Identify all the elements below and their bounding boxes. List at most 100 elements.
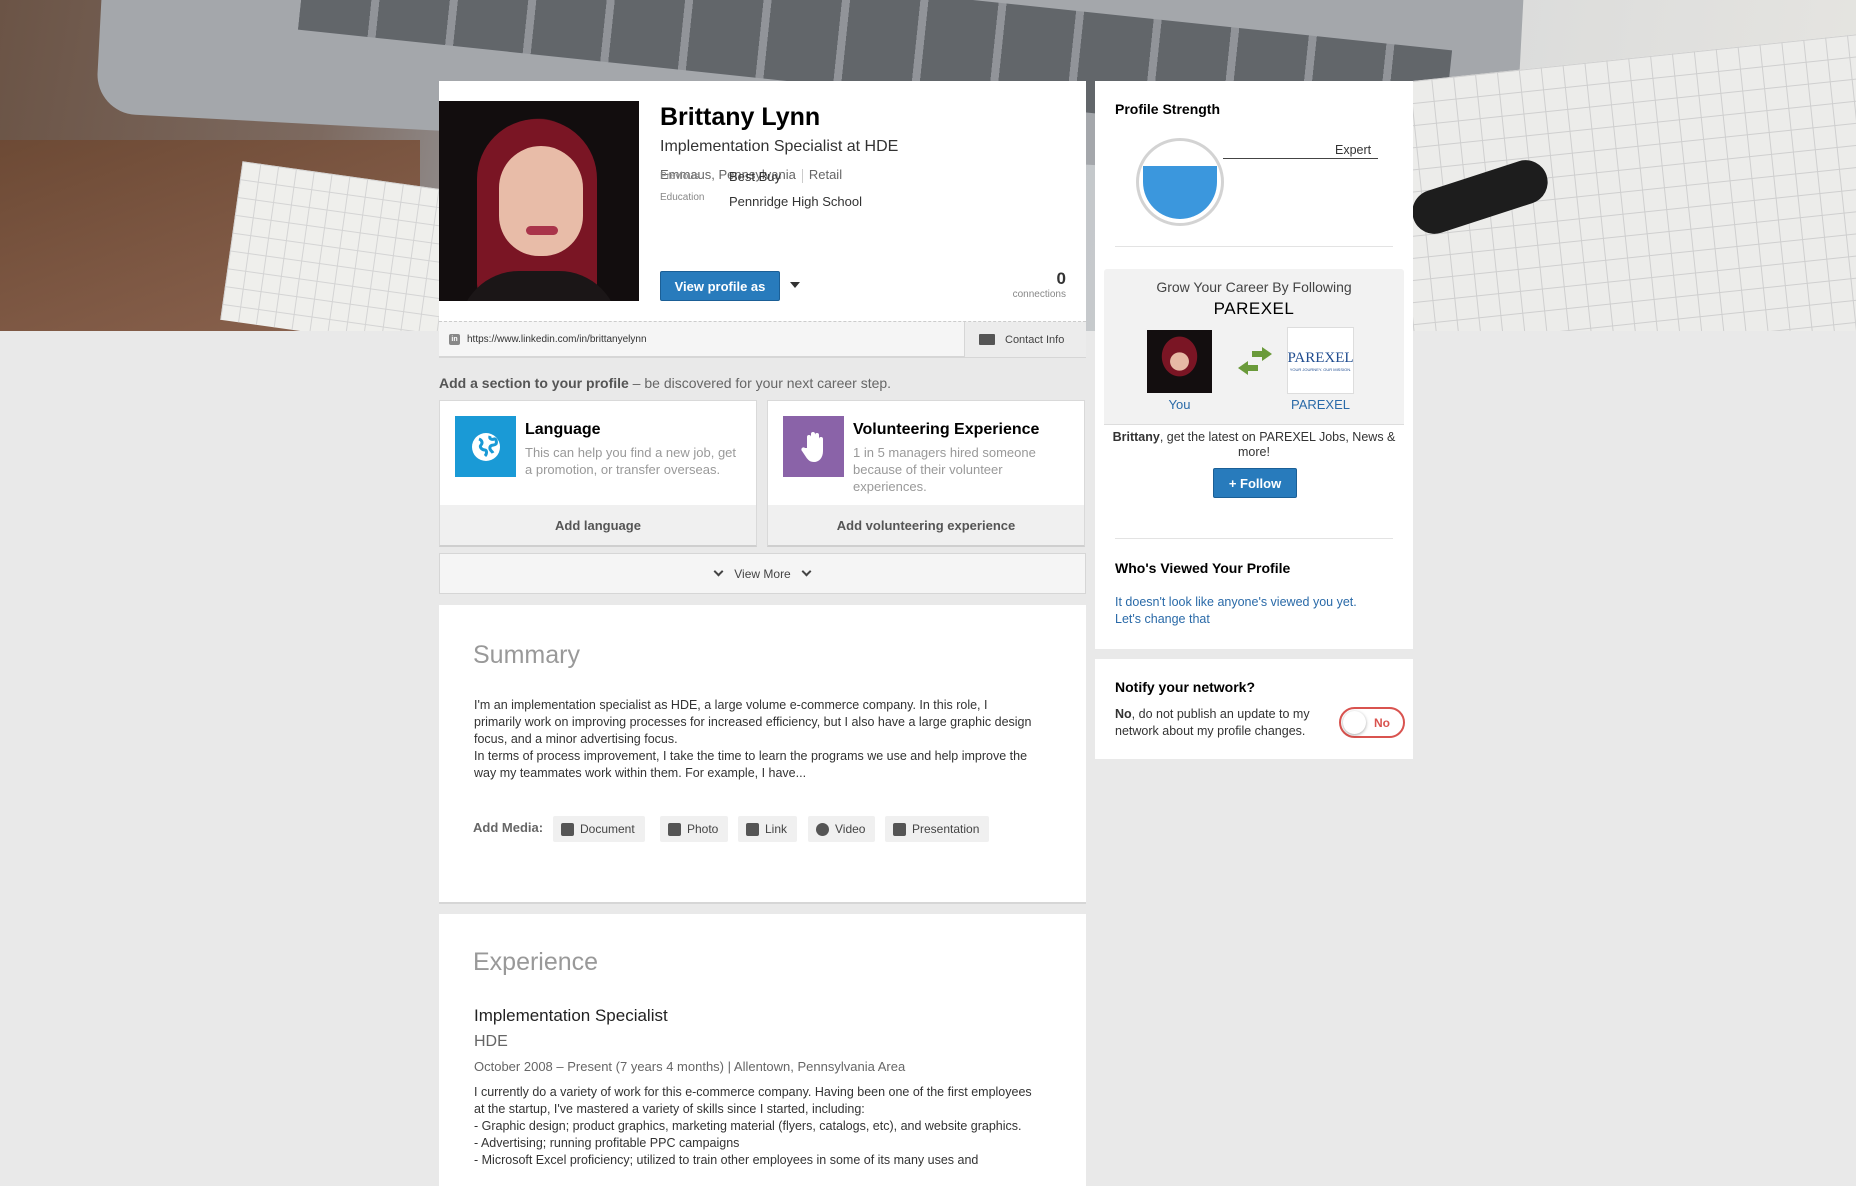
volunteering-suggestion-card: Volunteering Experience 1 in 5 managers … <box>767 400 1085 547</box>
profile-headline: Implementation Specialist at HDE <box>660 138 899 155</box>
company-logo-tagline: YOUR JOURNEY. OUR MISSION. <box>1289 366 1352 372</box>
suggestion-description: This can help you find a new job, get a … <box>525 445 737 477</box>
media-button-label: Link <box>765 822 788 836</box>
play-icon <box>816 822 829 836</box>
folder-icon <box>979 334 995 345</box>
description-line: - Microsoft Excel proficiency; utilized … <box>474 1153 979 1167</box>
profile-name: Brittany Lynn <box>660 103 821 131</box>
summary-text[interactable]: I'm an implementation specialist as HDE,… <box>474 697 1034 782</box>
company-logo-text: PAREXEL <box>1287 349 1354 366</box>
contact-info-button[interactable]: Contact Info <box>964 322 1086 357</box>
view-more-button[interactable]: View More <box>439 553 1086 594</box>
company-link[interactable]: PAREXEL <box>1279 397 1362 412</box>
summary-paragraph: In terms of process improvement, I take … <box>474 749 1028 780</box>
follow-cta: Brittany, get the latest on PAREXEL Jobs… <box>1104 424 1404 519</box>
notify-heading: Notify your network? <box>1115 679 1256 695</box>
add-section-prompt-rest: – be discovered for your next career ste… <box>628 375 892 391</box>
add-section-prompt: Add a section to your profile – be disco… <box>439 375 891 391</box>
add-link-button[interactable]: Link <box>738 816 798 842</box>
summary-heading: Summary <box>473 641 580 669</box>
follow-button[interactable]: + Follow <box>1213 468 1297 498</box>
company-name: PAREXEL <box>1213 299 1295 318</box>
summary-paragraph: I'm an implementation specialist as HDE,… <box>474 698 1032 746</box>
profile-photo[interactable] <box>439 101 639 301</box>
view-profile-as-button[interactable]: View profile as <box>660 271 780 301</box>
you-link[interactable]: You <box>1147 397 1212 412</box>
experience-heading: Experience <box>473 948 599 976</box>
media-button-label: Video <box>835 822 866 836</box>
add-video-button[interactable]: Video <box>808 816 876 842</box>
position-company[interactable]: HDE <box>474 1033 508 1051</box>
sidebar-card: Profile Strength Expert Grow Your Career… <box>1095 81 1413 649</box>
follow-user-name: Brittany <box>1112 430 1160 444</box>
link-icon <box>746 822 759 836</box>
view-more-label: View More <box>734 566 791 581</box>
media-button-label: Presentation <box>912 822 980 836</box>
description-line: I currently do a variety of work for thi… <box>474 1085 1032 1116</box>
add-language-button[interactable]: Add language <box>440 505 756 545</box>
divider <box>1115 246 1393 247</box>
contact-info-label: Contact Info <box>1005 333 1065 346</box>
toggle-knob <box>1343 711 1366 734</box>
add-photo-button[interactable]: Photo <box>660 816 729 842</box>
media-button-label: Document <box>580 822 635 836</box>
description-line: - Advertising; running profitable PPC ca… <box>474 1136 740 1150</box>
notify-description: No, do not publish an update to my netwo… <box>1115 706 1325 740</box>
document-icon <box>561 822 574 836</box>
follow-message-text: , get the latest on PAREXEL Jobs, News &… <box>1159 430 1396 459</box>
add-document-button[interactable]: Document <box>553 816 645 842</box>
whos-viewed-link[interactable]: It doesn't look like anyone's viewed you… <box>1115 594 1385 628</box>
toggle-label: No <box>1374 716 1390 730</box>
education-label: Education <box>660 192 705 203</box>
media-button-label: Photo <box>687 822 719 836</box>
chevron-down-icon <box>801 566 812 577</box>
add-media-label: Add Media: <box>473 820 544 835</box>
position-description: I currently do a variety of work for thi… <box>474 1084 1034 1169</box>
company-logo[interactable]: PAREXEL YOUR JOURNEY. OUR MISSION. <box>1287 327 1354 394</box>
education-value[interactable]: Pennridge High School <box>729 194 862 209</box>
add-volunteering-button[interactable]: Add volunteering experience <box>768 505 1084 545</box>
profile-card: Brittany Lynn Implementation Specialist … <box>439 81 1086 321</box>
linkedin-icon: in <box>449 334 460 345</box>
notify-bold: No <box>1115 707 1132 721</box>
suggestion-description: 1 in 5 managers hired someone because of… <box>853 445 1036 494</box>
language-suggestion-card: Language This can help you find a new jo… <box>439 400 757 547</box>
description-line: - Graphic design; product graphics, mark… <box>474 1119 1022 1133</box>
grow-career-heading: Grow Your Career By Following <box>1156 279 1352 295</box>
follow-message: Brittany, get the latest on PAREXEL Jobs… <box>1104 430 1404 460</box>
chevron-down-icon[interactable] <box>790 282 800 288</box>
connections-label: connections <box>1012 289 1066 300</box>
follow-company-box: Grow Your Career By Following PAREXEL PA… <box>1104 269 1404 519</box>
summary-section: Summary I'm an implementation specialist… <box>439 605 1086 904</box>
position-title[interactable]: Implementation Specialist <box>474 1006 668 1026</box>
globe-icon <box>455 416 516 477</box>
presentation-icon <box>893 822 906 836</box>
profile-strength-level: Expert <box>1335 143 1372 157</box>
gauge-pointer-line <box>1223 158 1378 159</box>
whos-viewed-heading[interactable]: Who's Viewed Your Profile <box>1115 560 1290 576</box>
profile-strength-heading: Profile Strength <box>1115 101 1221 117</box>
profile-strength-gauge[interactable] <box>1136 138 1224 226</box>
add-presentation-button[interactable]: Presentation <box>885 816 990 842</box>
notify-toggle[interactable]: No <box>1339 707 1405 738</box>
connections-count[interactable]: 0 <box>1057 269 1066 289</box>
notify-network-card: Notify your network? No, do not publish … <box>1095 659 1413 759</box>
chevron-down-icon <box>713 566 724 577</box>
hand-icon <box>783 416 844 477</box>
public-profile-url[interactable]: https://www.linkedin.com/in/brittanyelyn… <box>467 334 647 345</box>
previous-label: Previous <box>660 171 699 182</box>
suggestion-title: Language <box>525 421 601 438</box>
public-url-bar: in https://www.linkedin.com/in/brittanye… <box>439 321 1086 358</box>
camera-icon <box>668 822 681 836</box>
position-dates: October 2008 – Present (7 years 4 months… <box>474 1059 906 1074</box>
notify-description-text: , do not publish an update to my network… <box>1115 707 1310 738</box>
avatar[interactable] <box>1147 330 1212 393</box>
experience-section: Experience Implementation Specialist HDE… <box>439 914 1086 1186</box>
divider <box>1115 538 1393 539</box>
swap-arrows-icon <box>1238 347 1272 375</box>
suggestion-title: Volunteering Experience <box>853 421 1040 438</box>
previous-value[interactable]: Best Buy <box>729 169 781 184</box>
divider <box>801 168 803 183</box>
add-section-prompt-bold: Add a section to your profile <box>439 375 629 391</box>
profile-industry[interactable]: Retail <box>809 167 842 182</box>
